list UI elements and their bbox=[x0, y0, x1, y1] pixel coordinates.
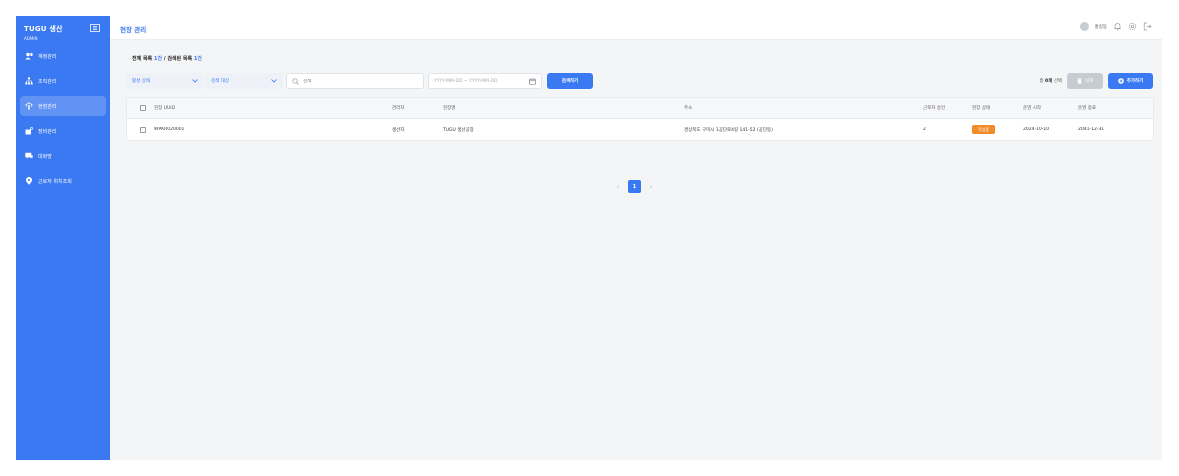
target-select-value: 검색 대상 bbox=[211, 79, 229, 84]
delete-button[interactable]: 삭제 bbox=[1067, 73, 1103, 89]
sidebar-item-organization[interactable]: 조직관리 bbox=[20, 71, 106, 91]
cell-worker-approval: 2 bbox=[923, 127, 926, 132]
cell-end-date: 2041-12-31 bbox=[1078, 127, 1105, 132]
filtered-count: 1건 bbox=[193, 56, 202, 62]
cell-site-name: TUGU 생산공장 bbox=[443, 127, 474, 133]
user-manage-icon bbox=[25, 52, 33, 60]
chat-icon bbox=[25, 152, 33, 160]
sidebar-item-label: 현장관리 bbox=[38, 103, 57, 110]
sidebar-item-label: 계정관리 bbox=[38, 53, 57, 60]
avatar[interactable] bbox=[1079, 22, 1089, 31]
sidebar-item-sites[interactable]: 현장관리 bbox=[20, 96, 106, 116]
plus-circle-icon bbox=[1117, 78, 1124, 84]
table-header-row: 현장 UUID 관리자 현장명 주소 근로자 승인 현장 상태 운영 시작 운영… bbox=[127, 98, 1153, 119]
cell-site-status: 작업중 bbox=[968, 125, 1019, 134]
brand-title: TUGU 생산 bbox=[24, 25, 63, 33]
filter-bar: 활성 상태 검색 대상 YYYY-MM-DD ~ YYYY-MM-DD 검색하기 bbox=[126, 73, 593, 89]
row-checkbox[interactable] bbox=[140, 126, 146, 133]
app-frame: TUGU 생산 ADMIN 계정관리 조직관리 현장관리 장비관리 대화방 근로… bbox=[16, 16, 1162, 460]
prev-page-button[interactable]: ‹ bbox=[614, 181, 622, 193]
site-icon bbox=[25, 102, 33, 110]
search-input[interactable] bbox=[303, 78, 413, 84]
list-summary: 전체 목록 1건 / 검색된 목록 1건 bbox=[132, 55, 202, 62]
column-header-uuid[interactable]: 현장 UUID bbox=[150, 105, 388, 111]
sidebar-nav: 계정관리 조직관리 현장관리 장비관리 대화방 근로자 위치조회 bbox=[16, 46, 110, 196]
sidebar-item-equipment[interactable]: 장비관리 bbox=[20, 121, 106, 141]
delete-label: 삭제 bbox=[1084, 79, 1094, 84]
add-label: 추가하기 bbox=[1126, 79, 1144, 84]
cell-start-date: 2024-10-10 bbox=[1023, 127, 1050, 132]
search-button[interactable]: 검색하기 bbox=[547, 73, 593, 89]
page-title: 현장 관리 bbox=[120, 26, 147, 34]
select-all-checkbox[interactable] bbox=[140, 105, 146, 111]
search-icon bbox=[292, 77, 299, 85]
pagination: ‹ 1 › bbox=[614, 180, 655, 193]
main-content: 전체 목록 1건 / 검색된 목록 1건 활성 상태 검색 대상 YYYY-MM… bbox=[110, 40, 1162, 460]
column-header-manager[interactable]: 관리자 bbox=[388, 105, 439, 111]
gear-icon[interactable] bbox=[1128, 22, 1137, 31]
column-header-site-name[interactable]: 현장명 bbox=[439, 105, 680, 111]
add-button[interactable]: 추가하기 bbox=[1108, 73, 1153, 89]
username: 홍길동 bbox=[1094, 24, 1107, 30]
sidebar-item-label: 근로자 위치조회 bbox=[38, 178, 72, 185]
brand: TUGU 생산 ADMIN bbox=[24, 24, 63, 41]
location-pin-icon bbox=[25, 177, 33, 185]
date-range-picker[interactable]: YYYY-MM-DD ~ YYYY-MM-DD bbox=[428, 73, 542, 89]
column-header-start[interactable]: 운영 시작 bbox=[1019, 105, 1074, 111]
brand-role: ADMIN bbox=[24, 36, 38, 41]
search-box[interactable] bbox=[286, 73, 424, 89]
calendar-icon[interactable] bbox=[529, 77, 536, 85]
org-tree-icon bbox=[25, 77, 33, 85]
sidebar-item-label: 장비관리 bbox=[38, 128, 57, 135]
sidebar-item-chat[interactable]: 대화방 bbox=[20, 146, 106, 166]
sidebar-item-worker-location[interactable]: 근로자 위치조회 bbox=[20, 171, 106, 191]
header-user-area: 홍길동 bbox=[1079, 22, 1152, 31]
trash-icon bbox=[1077, 78, 1082, 84]
page-number[interactable]: 1 bbox=[628, 180, 641, 193]
selected-suffix: 선택 bbox=[1053, 79, 1062, 84]
sidebar: TUGU 생산 ADMIN 계정관리 조직관리 현장관리 장비관리 대화방 근로… bbox=[16, 16, 110, 460]
sidebar-item-accounts[interactable]: 계정관리 bbox=[20, 46, 106, 66]
cell-address: 경상북도 구미시 1공단로4길 141-52 (공단동) bbox=[684, 127, 773, 133]
filtered-label: 검색된 목록 bbox=[167, 56, 193, 62]
sidebar-item-label: 대화방 bbox=[38, 153, 52, 160]
sidebar-collapse-icon[interactable] bbox=[90, 24, 100, 32]
column-header-site-status[interactable]: 현장 상태 bbox=[968, 105, 1019, 111]
target-select[interactable]: 검색 대상 bbox=[205, 73, 283, 89]
cell-uuid: WPKR020001 bbox=[154, 127, 185, 132]
status-select[interactable]: 활성 상태 bbox=[126, 73, 204, 89]
chevron-down-icon bbox=[271, 79, 277, 83]
column-header-address[interactable]: 주소 bbox=[680, 105, 919, 111]
sidebar-item-label: 조직관리 bbox=[38, 78, 57, 85]
table-actions: 총 0개 선택 삭제 추가하기 bbox=[1039, 73, 1153, 89]
selected-prefix: 총 bbox=[1039, 79, 1044, 84]
total-count: 1건 bbox=[153, 56, 162, 62]
selected-count: 총 0개 선택 bbox=[1039, 78, 1062, 84]
status-badge: 작업중 bbox=[972, 125, 996, 134]
logout-icon[interactable] bbox=[1143, 22, 1152, 31]
chevron-down-icon bbox=[192, 79, 198, 83]
next-page-button[interactable]: › bbox=[647, 181, 655, 193]
top-header: 현장 관리 홍길동 bbox=[110, 16, 1162, 40]
cell-manager: 생산자 bbox=[392, 127, 405, 133]
sites-table: 현장 UUID 관리자 현장명 주소 근로자 승인 현장 상태 운영 시작 운영… bbox=[126, 97, 1154, 141]
bell-icon[interactable] bbox=[1113, 22, 1122, 31]
summary-separator: / bbox=[163, 56, 166, 62]
status-select-value: 활성 상태 bbox=[132, 79, 150, 84]
table-row[interactable]: WPKR020001 생산자 TUGU 생산공장 경상북도 구미시 1공단로4길… bbox=[127, 119, 1153, 140]
selected-number: 0개 bbox=[1045, 79, 1053, 84]
column-header-end[interactable]: 운영 종료 bbox=[1074, 105, 1144, 111]
equipment-icon bbox=[25, 127, 33, 135]
date-range-placeholder: YYYY-MM-DD ~ YYYY-MM-DD bbox=[434, 78, 498, 84]
column-header-worker-approval[interactable]: 근로자 승인 bbox=[919, 105, 968, 111]
total-label: 전체 목록 bbox=[132, 56, 153, 62]
